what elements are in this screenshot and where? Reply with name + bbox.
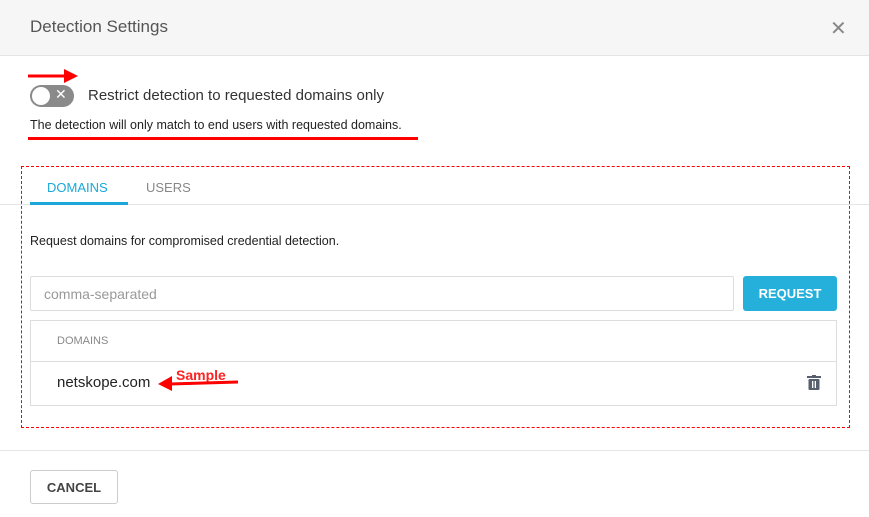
close-icon[interactable]: ✕ (830, 16, 847, 41)
domains-table: DOMAINS netskope.com (30, 320, 837, 406)
toggle-label: Restrict detection to requested domains … (88, 87, 384, 104)
annotation-arrow-left-icon (158, 376, 239, 391)
x-icon: ✕ (55, 86, 67, 102)
annotation-arrow-right-icon (28, 69, 78, 83)
tab-domains[interactable]: DOMAINS (47, 180, 108, 195)
tab-users[interactable]: USERS (146, 180, 191, 195)
instruction-text: Request domains for compromised credenti… (30, 234, 340, 248)
toggle-description: The detection will only match to end use… (30, 118, 402, 132)
toggle-knob (32, 87, 50, 105)
domains-input[interactable] (30, 276, 734, 311)
domain-cell: netskope.com (57, 374, 151, 391)
restrict-domains-toggle[interactable]: ✕ (30, 85, 74, 107)
trash-icon[interactable] (807, 375, 821, 390)
tab-bar-divider (0, 204, 869, 205)
footer-divider (0, 450, 869, 451)
request-button[interactable]: REQUEST (743, 276, 837, 311)
annotation-underline (28, 137, 418, 140)
column-header-domains: DOMAINS (57, 335, 109, 347)
active-tab-indicator (30, 202, 128, 205)
cancel-button[interactable]: CANCEL (30, 470, 118, 504)
dialog-title: Detection Settings (30, 17, 168, 36)
row-divider (31, 361, 836, 362)
